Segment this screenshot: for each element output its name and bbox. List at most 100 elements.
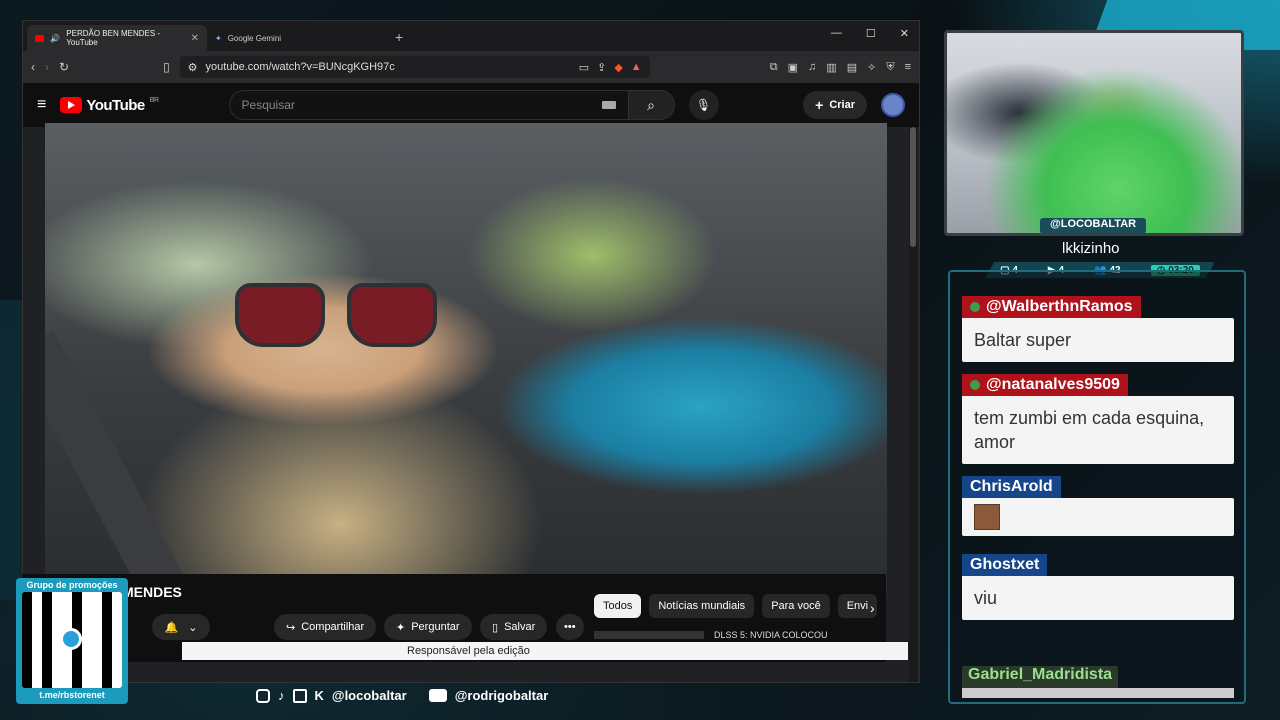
chat-username: Gabriel_Madridista	[962, 666, 1119, 688]
video-title: MENDES	[122, 584, 182, 600]
leo-icon[interactable]: ✧	[867, 61, 876, 74]
new-tab-button[interactable]: +	[395, 29, 403, 45]
qr-code	[22, 592, 122, 688]
subscribe-notification-button[interactable]: 🔔 ⌄	[152, 614, 210, 640]
youtube-favicon-icon	[35, 34, 45, 42]
chat-username: @WalberthnRamos	[962, 296, 1141, 318]
rewards-icon[interactable]: ▲	[631, 61, 642, 73]
maximize-button[interactable]: ☐	[866, 27, 876, 40]
promo-title: Grupo de promoções	[26, 580, 118, 590]
vpn-icon[interactable]: ⛨	[886, 61, 894, 74]
chat-message: @WalberthnRamos Baltar super	[962, 296, 1234, 362]
webcam-feed	[944, 30, 1244, 236]
tab-label: PERDÃO BEN MENDES - YouTube	[66, 29, 161, 47]
badge-icon	[970, 302, 980, 312]
chat-panel: @WalberthnRamos Baltar super @natanalves…	[948, 270, 1246, 704]
cast-icon[interactable]: ▭	[579, 61, 589, 74]
video-player[interactable]	[45, 123, 887, 595]
tab-bar: 🔊 PERDÃO BEN MENDES - YouTube ✕ ✦ Google…	[23, 21, 919, 51]
save-button[interactable]: ▯ Salvar	[480, 614, 548, 640]
chevron-down-icon: ⌄	[188, 621, 198, 634]
sidebar-icon[interactable]: ▥	[826, 61, 836, 74]
site-info-icon[interactable]: ⚙	[188, 61, 198, 74]
chat-text: tem zumbi em cada esquina, amor	[962, 396, 1234, 464]
tab-label: Google Gemini	[227, 33, 282, 43]
search-placeholder: Pesquisar	[241, 98, 295, 112]
twitch-icon	[292, 688, 307, 703]
ask-button[interactable]: ✦ Perguntar	[384, 614, 472, 640]
wallet-icon[interactable]: ▤	[847, 61, 857, 74]
create-button[interactable]: + Criar	[803, 91, 867, 119]
browser-toolbar: ‹ › ↻ ▯ ⚙ youtube.com/watch?v=BUNcgKGH97…	[23, 51, 919, 83]
extensions-icon[interactable]: ⧉	[770, 61, 778, 74]
tab-gemini[interactable]: ✦ Google Gemini	[207, 25, 387, 51]
reload-icon[interactable]: ↻	[59, 60, 69, 74]
save-label: Salvar	[504, 621, 536, 633]
audio-icon[interactable]: 🔊	[50, 34, 60, 43]
telegram-icon	[60, 628, 82, 650]
brave-shield-icon[interactable]: ◆	[614, 61, 622, 74]
search-button[interactable]: ⌕	[628, 90, 675, 120]
stream-overlay: 🔊 PERDÃO BEN MENDES - YouTube ✕ ✦ Google…	[0, 0, 1280, 720]
screenshot-icon[interactable]: ▣	[788, 61, 798, 74]
tiktok-icon: ♪	[278, 688, 285, 703]
social-handle-1: @locobaltar	[331, 688, 407, 703]
ask-label: Perguntar	[411, 621, 460, 633]
bookmark-icon[interactable]: ▯	[163, 60, 170, 74]
chat-username: Ghostxet	[962, 554, 1048, 576]
address-bar[interactable]: ⚙ youtube.com/watch?v=BUNcgKGH97c ▭ ⇪ ◆ …	[179, 56, 650, 78]
kick-icon: K	[314, 688, 324, 703]
share-icon[interactable]: ⇪	[597, 61, 606, 74]
chat-emote	[974, 504, 1000, 530]
chat-message: ChrisArold	[962, 476, 1234, 536]
minimize-button[interactable]: —	[831, 27, 842, 40]
tooltip: Responsável pela edição	[182, 642, 908, 660]
youtube-play-icon	[60, 97, 83, 113]
bookmark-icon: ▯	[492, 621, 499, 634]
share-label: Compartilhar	[301, 621, 365, 633]
music-icon[interactable]: ♫	[808, 61, 816, 74]
filter-chips: Todos Notícias mundiais Para você Envi	[594, 594, 878, 618]
instagram-icon	[256, 688, 270, 703]
chat-emote-bubble	[962, 498, 1234, 536]
youtube-logo[interactable]: YouTube BR	[60, 96, 159, 114]
search-input[interactable]: Pesquisar	[228, 90, 629, 120]
promo-qr-box: Grupo de promoções t.me/rbstorenet	[16, 578, 128, 704]
chevron-right-icon[interactable]: ›	[870, 600, 875, 616]
voice-search-button[interactable]: 🎙	[688, 90, 719, 120]
avatar[interactable]	[881, 93, 905, 117]
more-actions-button[interactable]: •••	[556, 614, 584, 640]
close-tab-icon[interactable]: ✕	[191, 33, 199, 44]
back-icon[interactable]: ‹	[31, 60, 35, 74]
gemini-favicon-icon: ✦	[215, 33, 222, 43]
chat-message: @natanalves9509 tem zumbi em cada esquin…	[962, 374, 1234, 464]
chat-message: Ghostxet viu	[962, 554, 1234, 620]
menu-icon[interactable]: ≡	[905, 61, 911, 74]
cam-username: lkkizinho	[1062, 240, 1120, 257]
plus-icon: +	[815, 97, 824, 113]
keyboard-icon[interactable]	[601, 101, 616, 109]
mic-icon: 🎙	[695, 98, 712, 112]
chip-para-voce[interactable]: Para você	[762, 594, 830, 618]
hamburger-menu-icon[interactable]: ≡	[37, 96, 46, 114]
chat-username: ChrisArold	[962, 476, 1061, 498]
more-icon: •••	[564, 621, 576, 633]
chip-noticias[interactable]: Notícias mundiais	[649, 594, 755, 618]
tab-youtube[interactable]: 🔊 PERDÃO BEN MENDES - YouTube ✕	[27, 25, 207, 51]
recommendation-item[interactable]: DLSS 5: NVIDIA COLOCOU	[594, 630, 828, 640]
recommendation-title: DLSS 5: NVIDIA COLOCOU	[714, 630, 828, 640]
sparkle-icon: ✦	[396, 621, 406, 634]
page-scrollbar[interactable]	[909, 127, 917, 682]
close-window-button[interactable]: ✕	[900, 27, 909, 40]
forward-icon[interactable]: ›	[45, 60, 49, 74]
sunglasses	[235, 283, 445, 351]
create-label: Criar	[829, 99, 855, 111]
share-arrow-icon: ↪	[286, 621, 296, 634]
scrollbar-thumb[interactable]	[910, 127, 916, 247]
chip-todos[interactable]: Todos	[594, 594, 642, 618]
cam-channel-tag: @LOCOBALTAR	[1040, 218, 1147, 234]
youtube-icon	[428, 689, 447, 702]
share-button[interactable]: ↪ Compartilhar	[274, 614, 377, 640]
logo-text: YouTube	[86, 96, 145, 114]
search-icon: ⌕	[647, 96, 655, 113]
